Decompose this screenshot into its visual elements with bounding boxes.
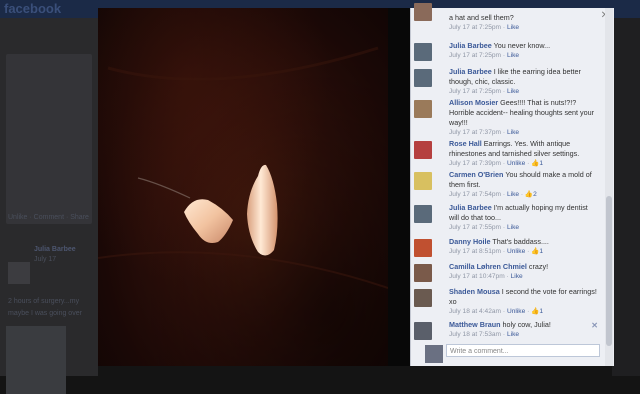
like-link[interactable]: Like — [507, 191, 519, 198]
avatar[interactable] — [414, 205, 432, 223]
current-user-avatar — [425, 345, 443, 363]
teeth-image — [98, 46, 388, 289]
like-link[interactable]: Like — [507, 24, 519, 31]
background-post-text-1: 2 hours of surgery...my — [8, 298, 80, 305]
comment-time[interactable]: July 17 at 7:55pm — [449, 224, 501, 231]
unlike-link[interactable]: Unlike — [507, 308, 525, 315]
like-count[interactable]: 👍2 — [525, 191, 537, 198]
comment-text: That's baddass.... — [492, 237, 549, 246]
avatar[interactable] — [414, 3, 432, 21]
comment-time[interactable]: July 17 at 7:25pm — [449, 24, 501, 31]
avatar[interactable] — [414, 43, 432, 61]
like-count[interactable]: 👍1 — [531, 308, 543, 315]
tooth-long — [247, 164, 278, 256]
comment-text: a hat and sell them? — [449, 13, 514, 22]
background-post-photo — [6, 54, 92, 224]
like-link[interactable]: Like — [507, 129, 519, 136]
avatar[interactable] — [414, 69, 432, 87]
comment-time[interactable]: July 17 at 7:39pm — [449, 160, 501, 167]
remove-comment-icon[interactable]: ✕ — [591, 321, 598, 330]
like-link[interactable]: Like — [507, 52, 519, 59]
comment-time[interactable]: July 17 at 10:47pm — [449, 273, 505, 280]
photo-edge — [388, 8, 410, 366]
thumbs-up-icon: 👍 — [524, 191, 534, 198]
background-thumbnail — [6, 326, 66, 394]
comment-time[interactable]: July 17 at 7:54pm — [449, 191, 501, 198]
comment-time[interactable]: July 17 at 7:25pm — [449, 88, 501, 95]
scrollbar-thumb[interactable] — [606, 196, 612, 346]
comment-text: holy cow, Julia! — [502, 320, 551, 329]
avatar[interactable] — [414, 289, 432, 307]
unlike-link[interactable]: Unlike — [507, 248, 525, 255]
commenter-name[interactable]: Julia Barbee — [449, 203, 492, 212]
facebook-logo: facebook — [4, 1, 62, 16]
like-link[interactable]: Like — [511, 273, 523, 280]
commenter-name[interactable]: Camilla Løhren Chmiel — [449, 262, 527, 271]
background-post-actions: Unlike · Comment · Share — [8, 214, 89, 221]
background-right-column — [612, 18, 640, 376]
comment-time[interactable]: July 18 at 4:42am — [449, 308, 501, 315]
comment-time[interactable]: July 17 at 8:51pm — [449, 248, 501, 255]
background-post-time: July 17 — [34, 256, 57, 263]
background-post-text-2: maybe I was going over — [8, 310, 82, 317]
avatar[interactable] — [414, 322, 432, 340]
commenter-name[interactable]: Julia Barbee — [449, 67, 492, 76]
like-link[interactable]: Like — [507, 88, 519, 95]
commenter-name[interactable]: Matthew Braun — [449, 320, 501, 329]
background-post-author: Julia Barbee — [34, 246, 76, 253]
background-avatar — [8, 262, 30, 284]
comment-text: You never know... — [493, 41, 551, 50]
comment-time[interactable]: July 18 at 7:53am — [449, 331, 501, 338]
unlike-link[interactable]: Unlike — [507, 160, 525, 167]
commenter-name[interactable]: Rose Hall — [449, 139, 482, 148]
photo-viewer[interactable] — [98, 8, 388, 366]
avatar[interactable] — [414, 100, 432, 118]
like-count[interactable]: 👍1 — [531, 248, 543, 255]
background-feed: Unlike · Comment · Share Julia Barbee Ju… — [0, 18, 98, 394]
comment-time[interactable]: July 17 at 7:25pm — [449, 52, 501, 59]
avatar[interactable] — [414, 264, 432, 282]
avatar[interactable] — [414, 141, 432, 159]
like-link[interactable]: Like — [507, 224, 519, 231]
comment-time[interactable]: July 17 at 7:37pm — [449, 129, 501, 136]
like-count[interactable]: 👍1 — [531, 160, 543, 167]
commenter-name[interactable]: Danny Hoile — [449, 237, 491, 246]
commenter-name[interactable]: Julia Barbee — [449, 41, 492, 50]
like-link[interactable]: Like — [507, 331, 519, 338]
avatar[interactable] — [414, 172, 432, 190]
comment-text: crazy! — [528, 262, 549, 271]
tooth-small — [184, 199, 233, 243]
commenter-name[interactable]: Carmen O'Brien — [449, 170, 503, 179]
commenter-name[interactable]: Shaden Mousa — [449, 287, 500, 296]
write-comment-input[interactable]: Write a comment... — [446, 344, 600, 357]
avatar[interactable] — [414, 239, 432, 257]
commenter-name[interactable]: Allison Mosier — [449, 98, 498, 107]
